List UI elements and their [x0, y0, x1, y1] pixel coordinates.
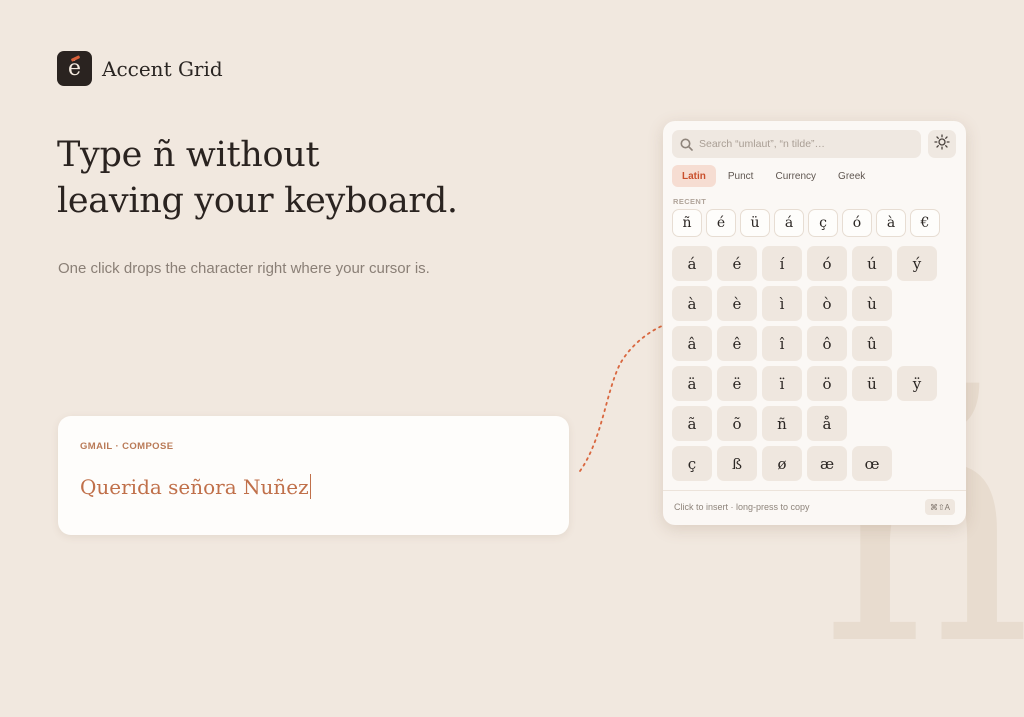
compose-text: Querida señora Nuñez	[80, 474, 309, 499]
char-key[interactable]: é	[717, 246, 757, 281]
char-key[interactable]: œ	[852, 446, 892, 481]
recent-key[interactable]: €	[910, 209, 940, 237]
char-key[interactable]: è	[717, 286, 757, 321]
brand-name: Accent Grid	[102, 56, 223, 81]
tab-latin[interactable]: Latin	[672, 165, 716, 187]
panel-footer: Click to insert · long-press to copy ⌘⇧A	[663, 490, 966, 525]
char-key[interactable]: à	[672, 286, 712, 321]
brand-logo: é	[57, 51, 92, 86]
search-icon	[680, 138, 693, 151]
tab-greek[interactable]: Greek	[828, 165, 875, 187]
recent-key[interactable]: ç	[808, 209, 838, 237]
headline-line-2: leaving your keyboard.	[57, 181, 458, 221]
char-key[interactable]: ù	[852, 286, 892, 321]
char-key[interactable]: ý	[897, 246, 937, 281]
recent-key[interactable]: ü	[740, 209, 770, 237]
headline-line-1: Type ñ without	[57, 135, 320, 175]
char-key[interactable]: ü	[852, 366, 892, 401]
recent-row: ñ é ü á ç ó à €	[672, 209, 940, 237]
char-key[interactable]: ç	[672, 446, 712, 481]
char-key[interactable]: ô	[807, 326, 847, 361]
char-key[interactable]: ê	[717, 326, 757, 361]
tab-punct[interactable]: Punct	[718, 165, 764, 187]
char-key[interactable]: ë	[717, 366, 757, 401]
search-input[interactable]	[699, 138, 921, 150]
char-key[interactable]: æ	[807, 446, 847, 481]
char-key[interactable]: ï	[762, 366, 802, 401]
theme-toggle-button[interactable]	[928, 130, 956, 158]
char-key[interactable]: ò	[807, 286, 847, 321]
char-key[interactable]: ã	[672, 406, 712, 441]
char-key[interactable]: ì	[762, 286, 802, 321]
text-cursor	[309, 474, 312, 499]
char-key[interactable]: ó	[807, 246, 847, 281]
char-key[interactable]: á	[672, 246, 712, 281]
compose-body[interactable]: Querida señora Nuñez	[80, 474, 312, 499]
accent-picker-panel: Latin Punct Currency Greek RECENT ñ é ü …	[663, 121, 966, 525]
brand: é Accent Grid	[57, 51, 223, 86]
subline: One click drops the character right wher…	[58, 260, 430, 277]
compose-card: GMAIL · COMPOSE Querida señora Nuñez	[58, 416, 569, 535]
recent-key[interactable]: á	[774, 209, 804, 237]
search-bar	[672, 130, 921, 158]
footer-hint: Click to insert · long-press to copy	[674, 502, 810, 512]
brand-logo-glyph: é	[67, 56, 82, 81]
char-key[interactable]: ä	[672, 366, 712, 401]
char-key[interactable]: ú	[852, 246, 892, 281]
recent-key[interactable]: à	[876, 209, 906, 237]
recent-key[interactable]: é	[706, 209, 736, 237]
char-key[interactable]: ñ	[762, 406, 802, 441]
headline: Type ñ without leaving your keyboard.	[57, 132, 458, 224]
char-key[interactable]: ÿ	[897, 366, 937, 401]
char-key[interactable]: í	[762, 246, 802, 281]
recent-label: RECENT	[673, 197, 707, 206]
tab-currency[interactable]: Currency	[765, 165, 826, 187]
category-tabs: Latin Punct Currency Greek	[672, 165, 875, 187]
shortcut-badge: ⌘⇧A	[924, 499, 955, 515]
char-key[interactable]: å	[807, 406, 847, 441]
compose-label: GMAIL · COMPOSE	[80, 441, 174, 452]
sun-icon	[934, 133, 950, 155]
char-key[interactable]: â	[672, 326, 712, 361]
recent-key[interactable]: ó	[842, 209, 872, 237]
recent-key[interactable]: ñ	[672, 209, 702, 237]
char-key[interactable]: û	[852, 326, 892, 361]
char-key[interactable]: ø	[762, 446, 802, 481]
char-key[interactable]: î	[762, 326, 802, 361]
char-key[interactable]: õ	[717, 406, 757, 441]
character-grid: á é í ó ú ý à è ì ò ù â ê î ô û ä ë ï ö …	[672, 246, 937, 481]
char-key[interactable]: ö	[807, 366, 847, 401]
connector-line	[579, 325, 663, 472]
char-key[interactable]: ß	[717, 446, 757, 481]
